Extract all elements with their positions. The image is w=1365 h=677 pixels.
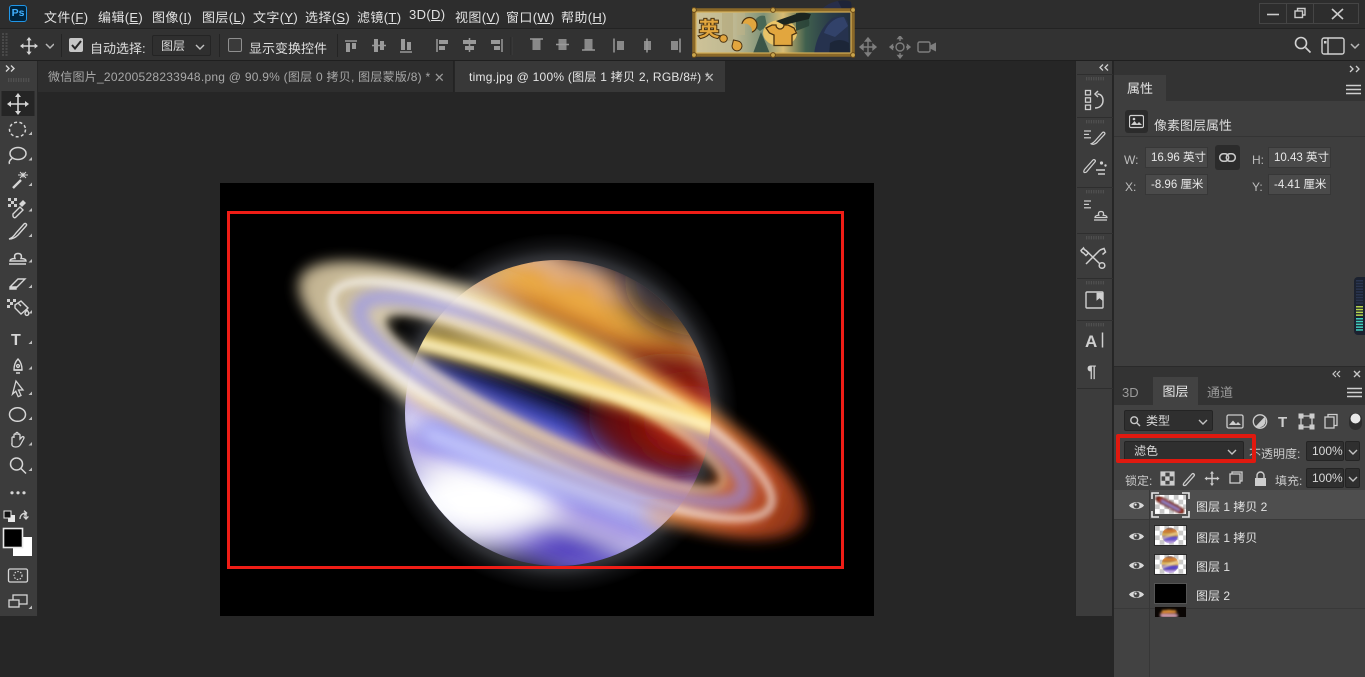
svg-text:¶: ¶: [1087, 362, 1096, 381]
svg-text:英: 英: [699, 13, 720, 42]
svg-text:A: A: [1085, 332, 1097, 351]
svg-text:T: T: [1278, 414, 1287, 430]
svg-text:T: T: [11, 332, 21, 349]
